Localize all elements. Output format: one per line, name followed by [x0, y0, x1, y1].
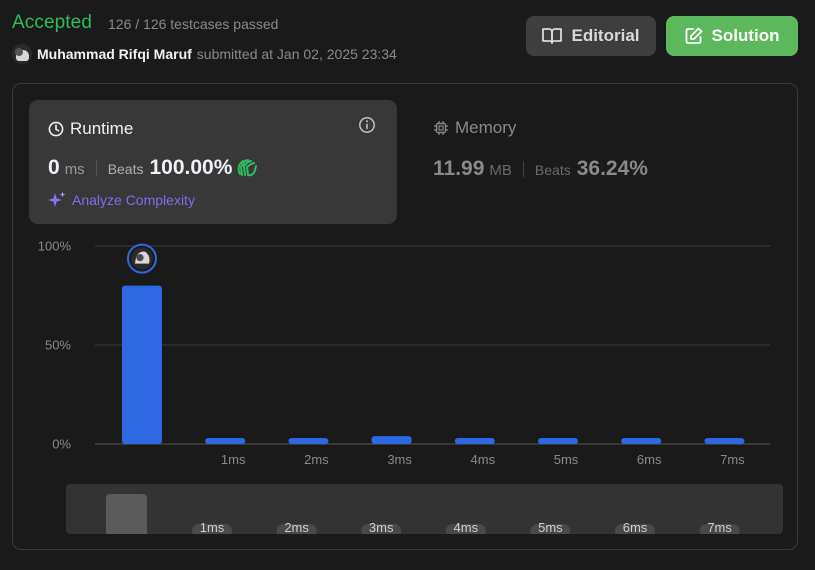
x-tick-label: 4ms: [471, 452, 496, 467]
bar: [621, 438, 662, 444]
username-link[interactable]: Muhammad Rifqi Maruf: [37, 46, 192, 62]
chart-svg: 100% 50% 0% 1ms 2ms 3ms 4ms 5ms 6ms 7ms: [38, 239, 770, 467]
range-tick-label: 2ms: [284, 520, 309, 534]
x-tick-label: 6ms: [637, 452, 662, 467]
x-tick-label: 3ms: [387, 452, 412, 467]
divider: [522, 161, 524, 177]
avatar-detail: [136, 254, 144, 262]
range-tick-label: 1ms: [200, 520, 225, 534]
analyze-complexity-link[interactable]: Analyze Complexity: [48, 191, 195, 209]
edit-icon: [685, 27, 702, 44]
solution-button[interactable]: Solution: [666, 16, 798, 56]
runtime-beats-label: Beats: [107, 161, 144, 177]
bar: [288, 438, 329, 444]
bar: [122, 285, 162, 444]
clock-icon: [48, 121, 64, 137]
avatar[interactable]: [12, 44, 32, 64]
memory-stats: 11.99 MB Beats 36.24%: [433, 157, 648, 181]
analyze-label: Analyze Complexity: [72, 192, 195, 208]
status-accepted: Accepted: [12, 12, 93, 33]
y-tick-label: 100%: [38, 239, 72, 254]
runtime-distribution-chart[interactable]: 100% 50% 0% 1ms 2ms 3ms 4ms 5ms 6ms 7ms: [13, 224, 799, 474]
x-tick-label: 5ms: [554, 452, 579, 467]
editorial-button[interactable]: Editorial: [526, 16, 656, 56]
range-tick-label: 6ms: [623, 520, 648, 534]
submission-header: Accepted 126 / 126 testcases passed Muha…: [12, 12, 803, 68]
chip-icon: [434, 121, 448, 135]
runtime-value: 0: [48, 156, 60, 179]
testcases-passed: 126 / 126 testcases passed: [108, 16, 279, 32]
memory-unit: MB: [489, 162, 512, 179]
y-tick-label: 50%: [45, 338, 71, 353]
runtime-beats-value: 100.00%: [149, 156, 233, 179]
range-svg: 1ms 2ms 3ms 4ms 5ms 6ms 7ms: [106, 494, 740, 534]
memory-beats-label: Beats: [534, 162, 571, 178]
range-tick-label: 3ms: [369, 520, 394, 534]
submission-meta: Muhammad Rifqi Maruf submitted at Jan 02…: [12, 44, 397, 64]
bar: [454, 438, 495, 444]
x-tick-label: 1ms: [221, 452, 246, 467]
submitted-time: submitted at Jan 02, 2025 23:34: [196, 46, 397, 62]
runtime-title: Runtime: [48, 119, 133, 139]
memory-card[interactable]: Memory 11.99 MB Beats 36.24%: [433, 118, 648, 180]
runtime-stats: 0 ms Beats 100.00%: [48, 156, 258, 180]
book-icon: [542, 28, 563, 44]
range-tick-label: 5ms: [538, 520, 563, 534]
sparkle-icon: [48, 191, 66, 207]
memory-title: Memory: [433, 118, 516, 138]
x-tick-label: 7ms: [720, 452, 745, 467]
editorial-label: Editorial: [571, 26, 640, 45]
bar: [205, 438, 246, 444]
memory-beats-value: 36.24%: [576, 157, 648, 180]
divider: [95, 160, 97, 176]
memory-value: 11.99: [433, 157, 485, 180]
runtime-unit: ms: [64, 161, 85, 178]
range-tick-label: 7ms: [707, 520, 732, 534]
y-tick-label: 0%: [52, 437, 71, 452]
bar: [704, 438, 745, 444]
bar: [538, 438, 578, 444]
range-bar: [106, 494, 147, 534]
performance-panel: Runtime 0 ms Beats 100.00% Analyze Compl…: [12, 83, 798, 550]
clapping-hands-icon: [237, 159, 258, 177]
info-icon[interactable]: [358, 116, 376, 134]
runtime-title-text: Runtime: [70, 119, 134, 138]
memory-title-text: Memory: [455, 118, 517, 137]
range-selector[interactable]: 1ms 2ms 3ms 4ms 5ms 6ms 7ms: [66, 484, 783, 534]
x-tick-label: 2ms: [304, 452, 329, 467]
range-tick-label: 4ms: [454, 520, 479, 534]
runtime-card[interactable]: Runtime 0 ms Beats 100.00% Analyze Compl…: [29, 100, 397, 224]
solution-label: Solution: [711, 26, 780, 45]
bar: [371, 436, 412, 444]
